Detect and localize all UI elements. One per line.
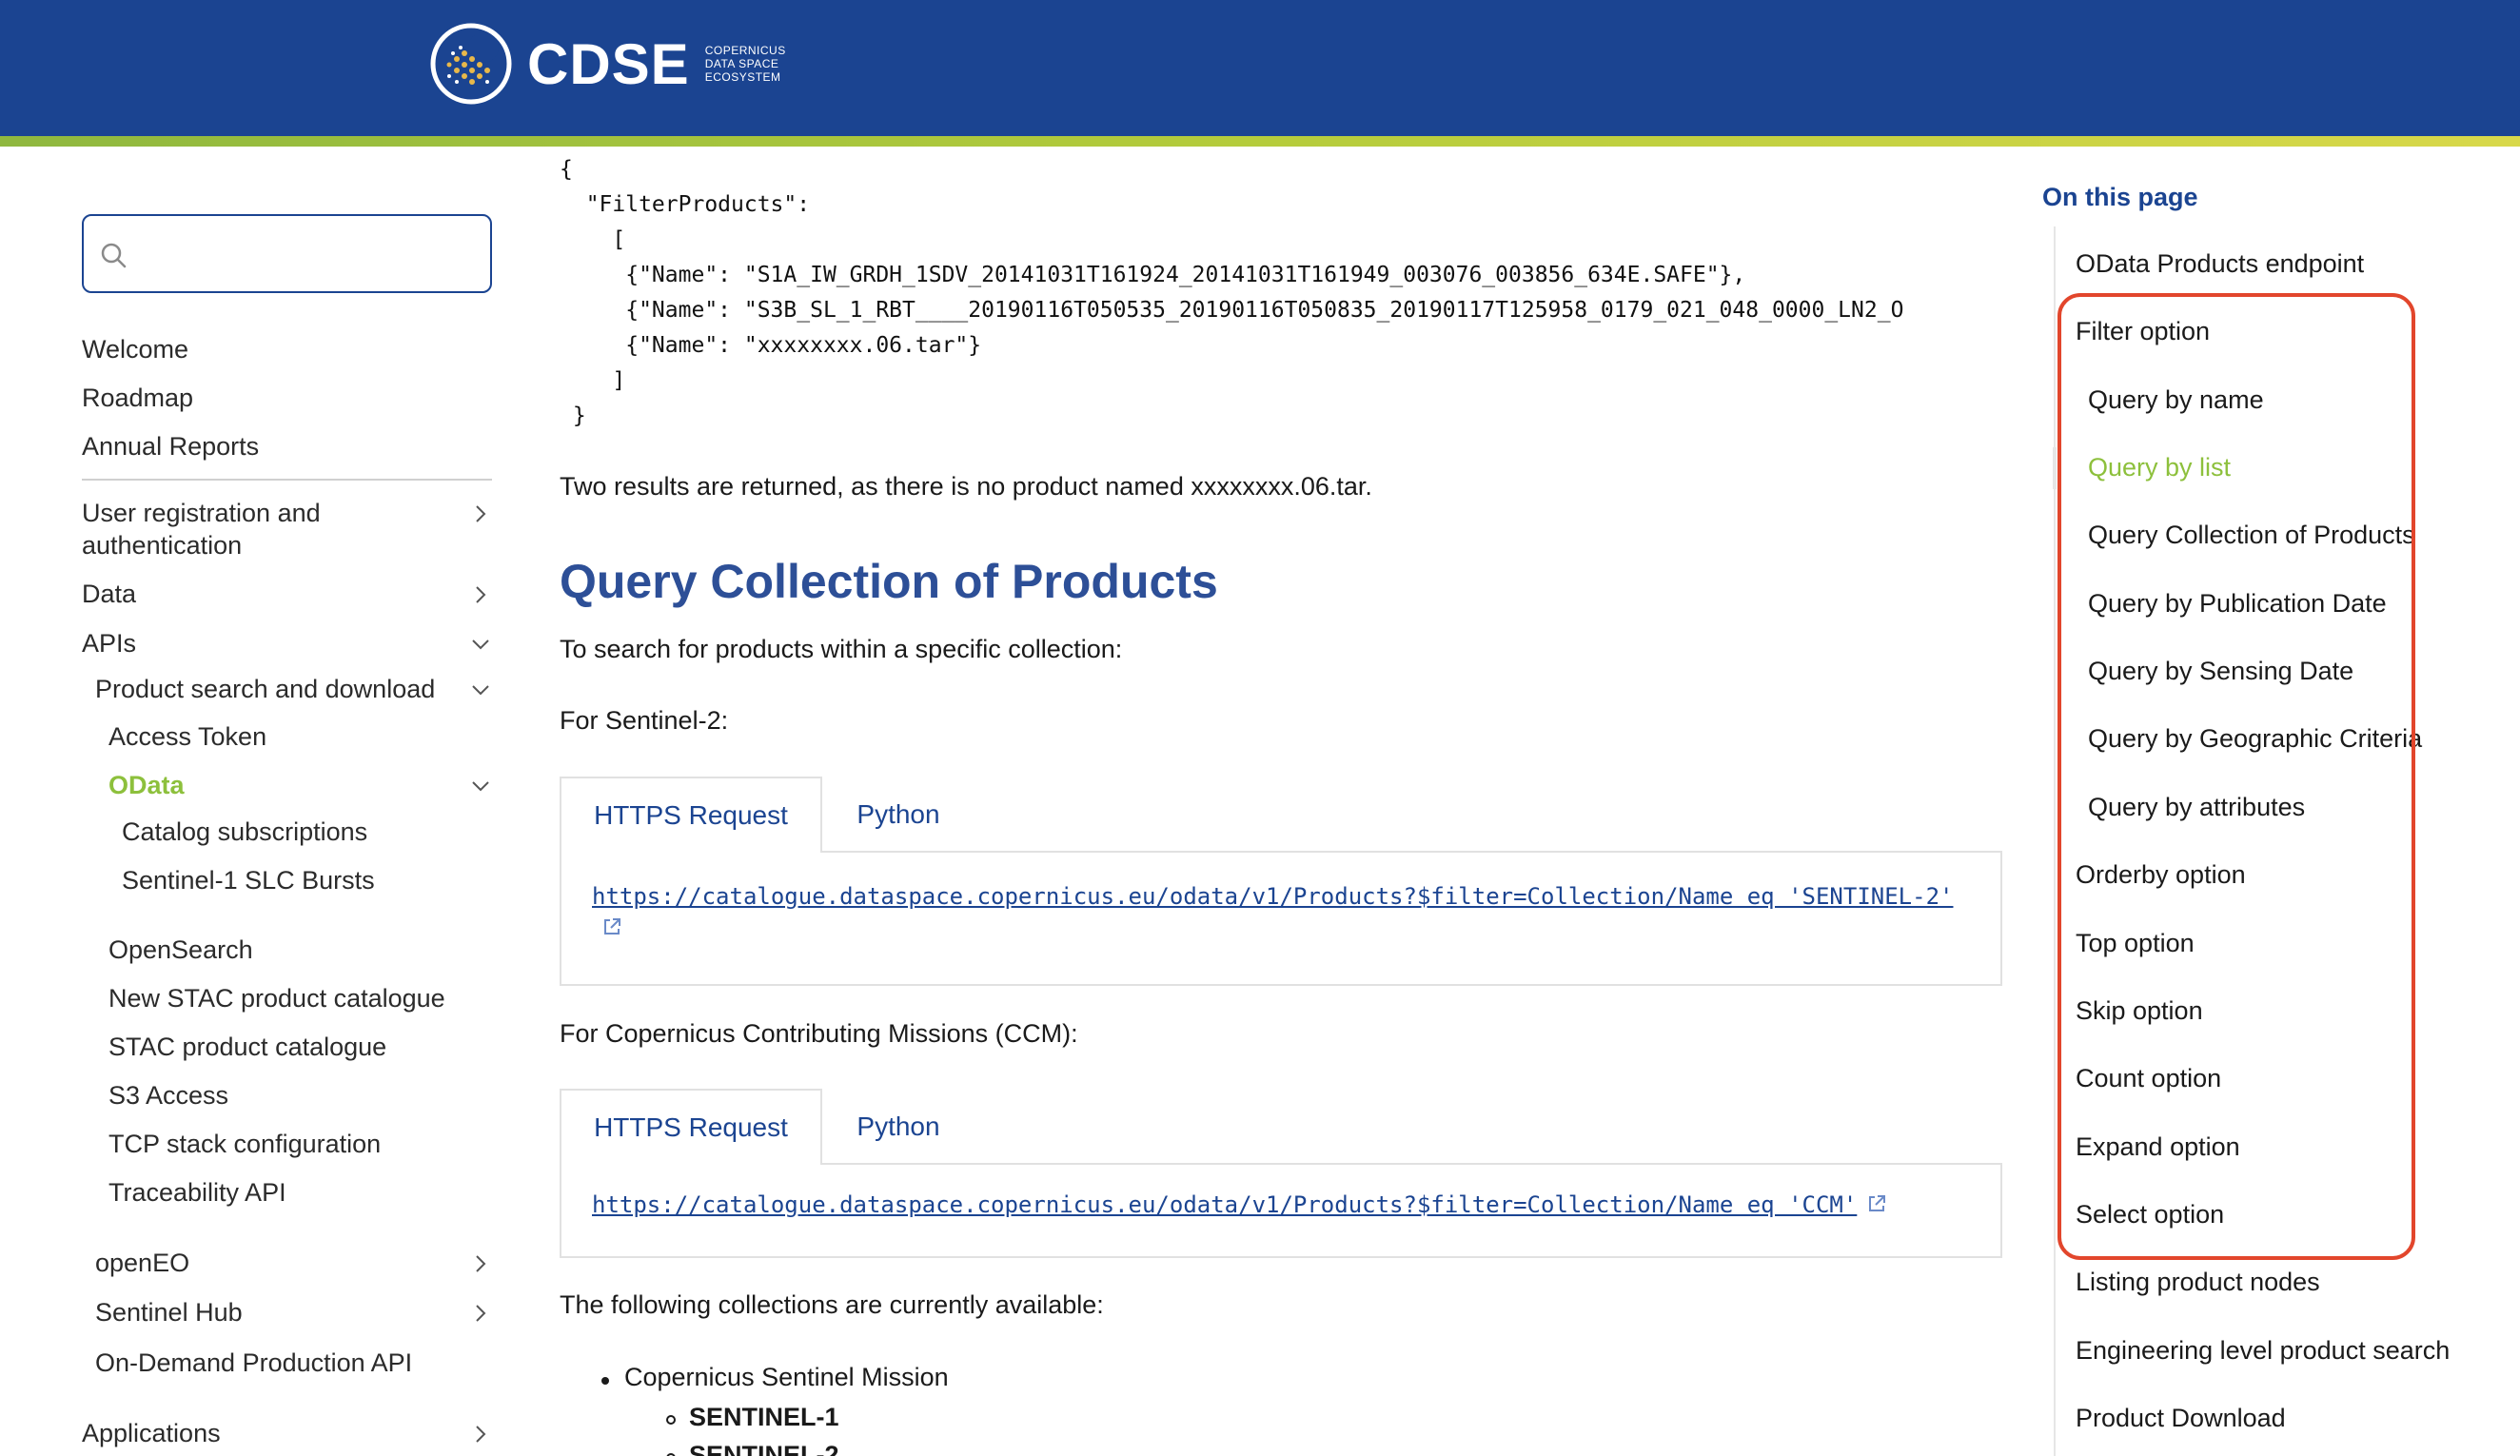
sidebar-item-sentinel1-slc-bursts[interactable]: Sentinel-1 SLC Bursts <box>122 864 375 896</box>
external-link-icon <box>1869 1195 1886 1211</box>
json-code-block: { "FilterProducts": [ {"Name": "S1A_IW_G… <box>560 157 1904 428</box>
sidebar-item-user-registration[interactable]: User registration and <box>82 497 321 529</box>
sidebar-item-new-stac[interactable]: New STAC product catalogue <box>108 982 445 1014</box>
toc-item-count-option[interactable]: Count option <box>2076 1064 2221 1093</box>
annotation-highlight-box <box>2057 293 2415 1260</box>
sidebar-item-data[interactable]: Data <box>82 578 136 610</box>
search-box[interactable] <box>82 214 492 293</box>
toc-item-product-download[interactable]: Product Download <box>2076 1404 2286 1433</box>
sidebar-item-odata[interactable]: OData <box>108 769 185 801</box>
for-sentinel2-text: For Sentinel-2: <box>560 706 729 735</box>
toc-item-query-publication-date[interactable]: Query by Publication Date <box>2088 589 2387 619</box>
tab-panel-https: https://catalogue.dataspace.copernicus.e… <box>560 851 2002 986</box>
sidebar-item-on-demand-production[interactable]: On-Demand Production API <box>95 1347 412 1379</box>
brand-subtitle: COPERNICUS DATA SPACE ECOSYSTEM <box>704 44 786 84</box>
cdse-logo[interactable]: CDSE COPERNICUS DATA SPACE ECOSYSTEM <box>428 21 786 107</box>
chevron-right-icon[interactable] <box>469 1423 492 1446</box>
toc-item-engineering-level-search[interactable]: Engineering level product search <box>2076 1336 2450 1366</box>
toc-item-query-by-list[interactable]: Query by list <box>2088 453 2231 482</box>
sidebar-item-s3-access[interactable]: S3 Access <box>108 1079 228 1112</box>
list-item: Copernicus Sentinel Mission <box>624 1363 949 1391</box>
toc-item-query-by-name[interactable]: Query by name <box>2088 385 2264 415</box>
header-stripe <box>0 136 2520 147</box>
sidebar-item-welcome[interactable]: Welcome <box>82 333 188 365</box>
list-item: SENTINEL-1 <box>689 1403 839 1431</box>
sidebar-item-access-token[interactable]: Access Token <box>108 720 266 753</box>
external-link-icon <box>604 918 620 935</box>
tab-https-request[interactable]: HTTPS Request <box>560 1089 822 1165</box>
intro-text: To search for products within a specific… <box>560 635 1123 663</box>
chevron-right-icon[interactable] <box>469 502 492 525</box>
globe-logo-icon <box>430 23 512 105</box>
toc-item-query-collection[interactable]: Query Collection of Products <box>2088 521 2415 550</box>
tab-panel-https: https://catalogue.dataspace.copernicus.e… <box>560 1163 2002 1258</box>
sidebar-item-opensearch[interactable]: OpenSearch <box>108 934 253 966</box>
toc-rail <box>2054 226 2056 1456</box>
sidebar-item-roadmap[interactable]: Roadmap <box>82 382 193 414</box>
sidebar-item-annual-reports[interactable]: Annual Reports <box>82 430 259 462</box>
toc-item-query-attributes[interactable]: Query by attributes <box>2088 793 2305 822</box>
sidebar-item-traceability-api[interactable]: Traceability API <box>108 1176 286 1209</box>
toc-item-query-sensing-date[interactable]: Query by Sensing Date <box>2088 657 2353 686</box>
toc-item-listing-product-nodes[interactable]: Listing product nodes <box>2076 1268 2320 1297</box>
toc-active-indicator <box>2053 447 2057 489</box>
sidebar-item-product-search[interactable]: Product search and download <box>95 673 435 705</box>
chevron-down-icon[interactable] <box>469 633 492 656</box>
tab-python[interactable]: Python <box>822 1089 975 1165</box>
toc-item-skip-option[interactable]: Skip option <box>2076 996 2203 1026</box>
search-icon <box>101 243 127 268</box>
toc-title: On this page <box>2042 183 2198 211</box>
toc-item-odata-products-endpoint[interactable]: OData Products endpoint <box>2076 249 2364 279</box>
bullet-circle <box>666 1415 676 1425</box>
chevron-right-icon[interactable] <box>469 1302 492 1325</box>
bullet-dot <box>601 1377 609 1385</box>
sidebar-item-tcp-stack[interactable]: TCP stack configuration <box>108 1128 381 1160</box>
sidebar-item-sentinel-hub[interactable]: Sentinel Hub <box>95 1296 243 1328</box>
toc-item-top-option[interactable]: Top option <box>2076 929 2195 958</box>
tab-https-request[interactable]: HTTPS Request <box>560 777 822 853</box>
brand-name: CDSE <box>527 31 690 96</box>
chevron-right-icon[interactable] <box>469 1252 492 1275</box>
sidebar-item-applications[interactable]: Applications <box>82 1417 221 1449</box>
sidebar-divider <box>82 479 492 481</box>
sidebar-item-apis[interactable]: APIs <box>82 627 136 659</box>
sidebar-item-catalog-subscriptions[interactable]: Catalog subscriptions <box>122 816 367 848</box>
list-item: SENTINEL-2 <box>689 1441 839 1456</box>
section-title: Query Collection of Products <box>560 555 1218 608</box>
for-ccm-text: For Copernicus Contributing Missions (CC… <box>560 1019 1078 1048</box>
top-header: CDSE COPERNICUS DATA SPACE ECOSYSTEM <box>0 0 2520 136</box>
toc-item-query-geographic[interactable]: Query by Geographic Criteria <box>2088 724 2422 754</box>
sidebar-item-user-registration-line2[interactable]: authentication <box>82 529 242 561</box>
toc-item-orderby-option[interactable]: Orderby option <box>2076 860 2246 890</box>
toc-item-expand-option[interactable]: Expand option <box>2076 1132 2240 1162</box>
toc-item-select-option[interactable]: Select option <box>2076 1200 2224 1230</box>
tab-python[interactable]: Python <box>822 777 975 853</box>
url-ccm-link[interactable]: https://catalogue.dataspace.copernicus.e… <box>592 1191 1857 1218</box>
chevron-right-icon[interactable] <box>469 583 492 606</box>
url-sentinel2-link[interactable]: https://catalogue.dataspace.copernicus.e… <box>592 883 1953 910</box>
sidebar-item-openeo[interactable]: openEO <box>95 1247 189 1279</box>
result-text: Two results are returned, as there is no… <box>560 472 1372 501</box>
toc-item-filter-option[interactable]: Filter option <box>2076 317 2210 346</box>
chevron-down-icon[interactable] <box>469 775 492 797</box>
chevron-down-icon[interactable] <box>469 679 492 701</box>
sidebar-item-stac[interactable]: STAC product catalogue <box>108 1031 386 1063</box>
search-input[interactable] <box>137 226 480 283</box>
collections-intro: The following collections are currently … <box>560 1290 1104 1319</box>
